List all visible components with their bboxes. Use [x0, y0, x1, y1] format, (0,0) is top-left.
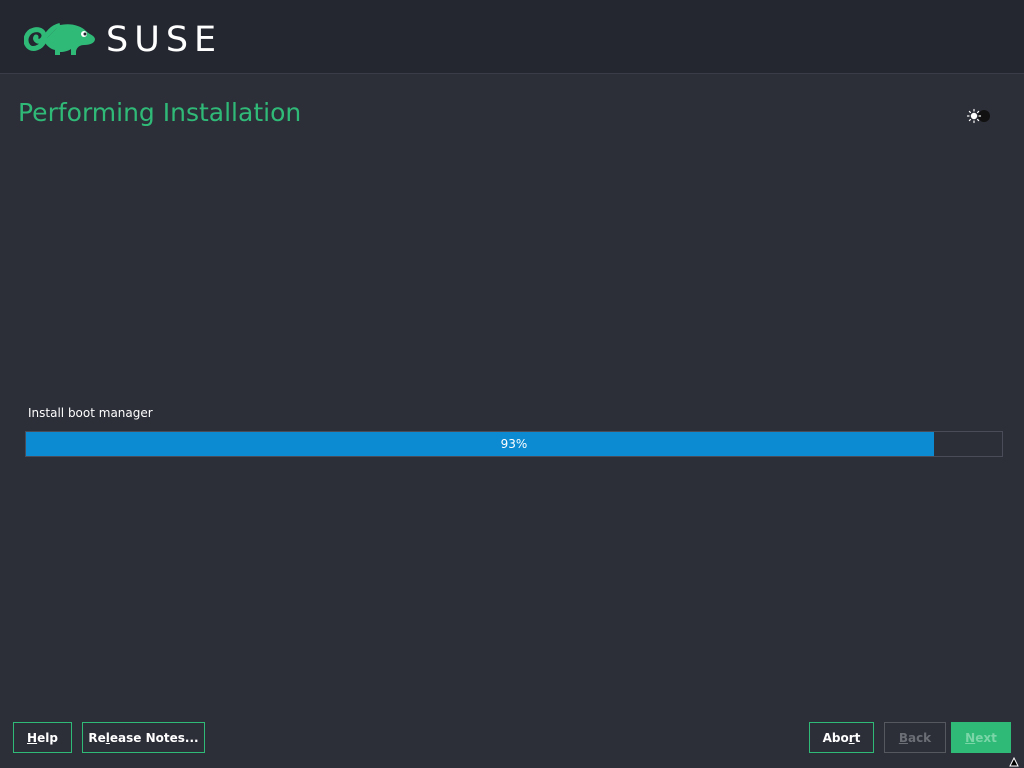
progress-label: Install boot manager — [28, 406, 153, 420]
abort-button-suffix: t — [854, 730, 861, 745]
progress-percent: 93% — [500, 437, 528, 451]
help-button-suffix: elp — [37, 730, 58, 745]
help-button-accel: H — [27, 730, 38, 745]
progress-bar: 93% — [25, 431, 1003, 457]
back-button-accel: B — [898, 730, 908, 745]
mouse-cursor-icon — [1009, 756, 1019, 767]
next-button[interactable]: Next — [951, 722, 1011, 753]
release-notes-button-prefix: Re — [88, 730, 106, 745]
next-button-accel: N — [965, 730, 976, 745]
release-notes-button[interactable]: Re l ease Notes... — [82, 722, 205, 753]
suse-logo: SUSE — [24, 20, 222, 60]
help-button[interactable]: Help — [13, 722, 72, 753]
chameleon-icon — [24, 23, 95, 55]
release-notes-button-suffix: ease Notes... — [109, 730, 199, 745]
next-button-suffix: ext — [975, 730, 997, 745]
back-button[interactable]: Back — [884, 722, 946, 753]
page-title: Performing Installation — [18, 98, 302, 127]
header-bar: SUSE — [0, 0, 1024, 74]
theme-toggle-icon[interactable] — [964, 105, 994, 127]
abort-button-prefix: Abo — [822, 730, 849, 745]
logo-text: SUSE — [106, 20, 223, 60]
abort-button[interactable]: Abo r t — [809, 722, 874, 753]
back-button-suffix: ack — [907, 730, 932, 745]
